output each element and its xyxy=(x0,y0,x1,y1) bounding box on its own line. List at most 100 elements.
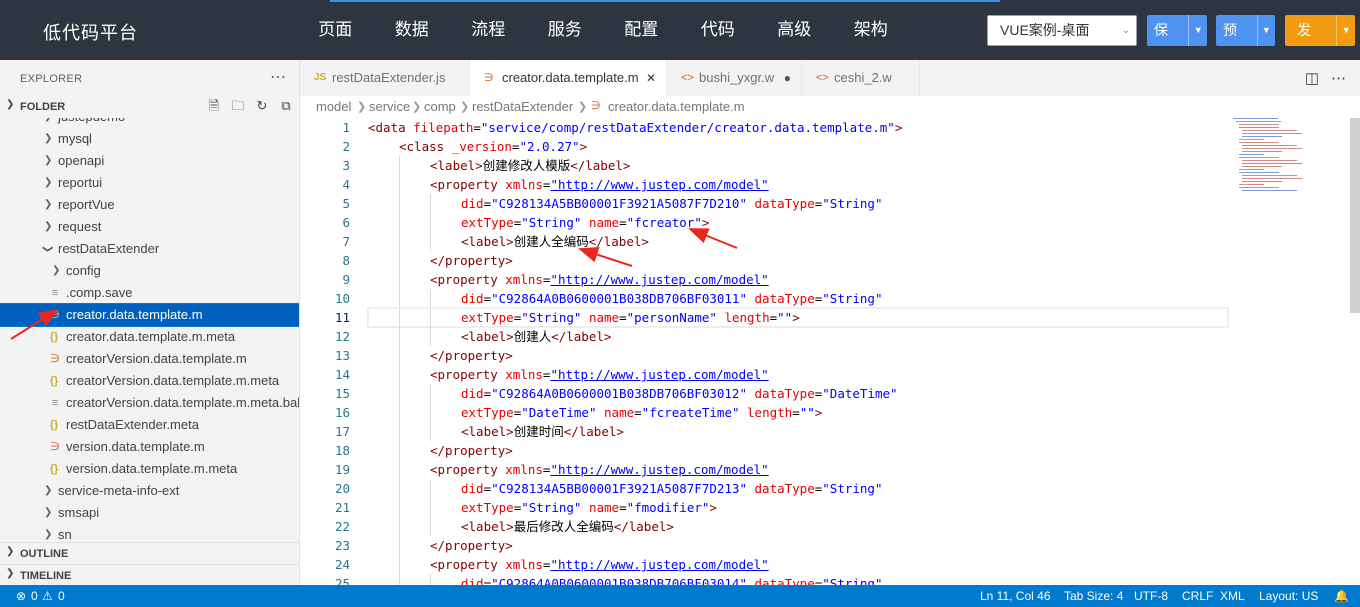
preview-button[interactable]: 预览 xyxy=(1216,15,1257,46)
breadcrumb-restdataextender[interactable]: restDataExtender xyxy=(472,99,573,114)
warning-count[interactable]: 0 xyxy=(58,589,65,603)
cursor-position[interactable]: Ln 11, Col 46 xyxy=(980,589,1051,603)
tree-item-mysql[interactable]: ❯ mysql xyxy=(0,128,299,150)
code-line[interactable]: extType="String" name="fmodifier"> xyxy=(368,498,1228,517)
code-line[interactable]: <property xmlns="http://www.justep.com/m… xyxy=(368,270,1228,289)
tree-item-service-meta-info-ext[interactable]: ❯ service-meta-info-ext xyxy=(0,480,299,502)
refresh-icon[interactable]: ↻ xyxy=(254,98,270,114)
breadcrumb-comp[interactable]: comp xyxy=(424,99,456,114)
code-line[interactable]: <property xmlns="http://www.justep.com/m… xyxy=(368,460,1228,479)
code-editor[interactable]: 1 2 3 4 5 6 7 8 9 10 11 12 13 14 15 16 1… xyxy=(300,118,1360,585)
tree-item-creatorversion-meta[interactable]: {} creatorVersion.data.template.m.meta xyxy=(0,370,299,392)
language-mode[interactable]: XML xyxy=(1220,589,1245,603)
tree-item-request[interactable]: ❯ request xyxy=(0,216,299,238)
minimap-line xyxy=(1242,175,1297,176)
code-line[interactable]: <label>创建修改人模版</label> xyxy=(368,156,1228,175)
tree-item-smsapi[interactable]: ❯ smsapi xyxy=(0,502,299,524)
publish-button[interactable]: 发布 xyxy=(1285,15,1336,46)
split-editor-icon[interactable]: ◫ xyxy=(1305,69,1319,87)
breadcrumb-file[interactable]: creator.data.template.m xyxy=(608,99,745,114)
folder-section-header[interactable]: ❯ FOLDER 🗎 🗀 ↻ ⧉ xyxy=(0,96,299,118)
code-line[interactable]: did="C92864A0B0600001B038DB706BF03012" d… xyxy=(368,384,1228,403)
tree-item-creatorversion-template[interactable]: ∋ creatorVersion.data.template.m xyxy=(0,348,299,370)
tree-item-comp-save[interactable]: ≡ .comp.save xyxy=(0,282,299,304)
tab-restdataextender-js[interactable]: JS restDataExtender.js xyxy=(300,60,470,96)
publish-dropdown-caret-icon[interactable]: ▼ xyxy=(1336,15,1355,46)
error-icon[interactable]: ⊗ xyxy=(16,589,26,603)
notifications-bell-icon[interactable]: 🔔 xyxy=(1334,589,1349,603)
tree-item-creatorversion-meta-bak[interactable]: ≡ creatorVersion.data.template.m.meta.ba… xyxy=(0,392,299,414)
code-line[interactable]: extType="DateTime" name="fcreateTime" le… xyxy=(368,403,1228,422)
code-line[interactable]: <property xmlns="http://www.justep.com/m… xyxy=(368,555,1228,574)
more-actions-icon[interactable]: ⋯ xyxy=(1331,69,1346,87)
more-actions-icon[interactable]: ⋯ xyxy=(270,67,286,87)
tree-item-restdataextender-meta[interactable]: {} restDataExtender.meta xyxy=(0,414,299,436)
keyboard-layout[interactable]: Layout: US xyxy=(1259,589,1318,603)
tree-item-openapi[interactable]: ❯ openapi xyxy=(0,150,299,172)
code-line[interactable]: </property> xyxy=(368,441,1228,460)
tab-ceshi-2[interactable]: <> ceshi_2.w xyxy=(802,60,920,96)
new-file-icon[interactable]: 🗎 xyxy=(206,98,222,114)
tree-item-config[interactable]: ❯ config xyxy=(0,260,299,282)
code-line[interactable]: <label>最后修改人全编码</label> xyxy=(368,517,1228,536)
line-number: 23 xyxy=(334,538,350,553)
outline-section-header[interactable]: ❯ OUTLINE xyxy=(0,542,299,564)
code-line[interactable]: <label>创建人</label> xyxy=(368,327,1228,346)
scrollbar-thumb[interactable] xyxy=(1350,118,1360,313)
tree-item-creator-data-template[interactable]: ∋ creator.data.template.m xyxy=(0,303,299,327)
error-count[interactable]: 0 xyxy=(31,589,38,603)
warning-icon[interactable]: ⚠ xyxy=(42,589,53,603)
save-dropdown-caret-icon[interactable]: ▼ xyxy=(1188,15,1207,46)
top-menu-code[interactable]: 代码 xyxy=(680,0,757,60)
preview-dropdown-caret-icon[interactable]: ▼ xyxy=(1256,15,1275,46)
new-folder-icon[interactable]: 🗀 xyxy=(230,98,246,114)
code-line[interactable]: extType="String" name="fcreator"> xyxy=(368,213,1228,232)
top-menu-config[interactable]: 配置 xyxy=(603,0,680,60)
code-line[interactable]: did="C928134A5BB00001F3921A5087F7D210" d… xyxy=(368,194,1228,213)
timeline-section-header[interactable]: ❯ TIMELINE xyxy=(0,564,299,585)
code-line[interactable]: </property> xyxy=(368,346,1228,365)
breadcrumb-model[interactable]: model xyxy=(316,99,351,114)
chevron-right-icon: ❯ xyxy=(6,546,15,557)
collapse-all-icon[interactable]: ⧉ xyxy=(278,98,294,114)
save-button[interactable]: 保存 xyxy=(1147,15,1188,46)
minimap[interactable] xyxy=(1233,118,1308,193)
line-ending[interactable]: CRLF xyxy=(1182,589,1213,603)
tab-creator-data-template[interactable]: ∋ creator.data.template.m ✕ xyxy=(470,60,667,96)
top-menu-advanced[interactable]: 高级 xyxy=(756,0,833,60)
code-line[interactable]: </property> xyxy=(368,251,1228,270)
code-line[interactable]: <property xmlns="http://www.justep.com/m… xyxy=(368,365,1228,384)
project-select[interactable]: VUE案例-桌面 ⌄ xyxy=(987,15,1137,46)
tree-item-reportui[interactable]: ❯ reportui xyxy=(0,172,299,194)
top-menu-flow[interactable]: 流程 xyxy=(450,0,527,60)
breadcrumb-service[interactable]: service xyxy=(369,99,410,114)
code-line-current[interactable]: extType="String" name="personName" lengt… xyxy=(367,307,1229,328)
tree-item-version-meta[interactable]: {} version.data.template.m.meta xyxy=(0,458,299,480)
code-line[interactable]: <data filepath="service/comp/restDataExt… xyxy=(368,118,1228,137)
code-line[interactable]: </property> xyxy=(368,536,1228,555)
top-menu-data[interactable]: 数据 xyxy=(374,0,451,60)
top-menu-page[interactable]: 页面 xyxy=(297,0,374,60)
top-menu-service[interactable]: 服务 xyxy=(527,0,604,60)
code-line[interactable]: did="C92864A0B0600001B038DB706BF03011" d… xyxy=(368,289,1228,308)
tab-bushi-yxgr[interactable]: <> bushi_yxgr.w ● xyxy=(667,60,802,96)
encoding[interactable]: UTF-8 xyxy=(1134,589,1168,603)
tree-item-restdataextender[interactable]: ❯ restDataExtender xyxy=(0,238,299,260)
tree-item-justepdemo[interactable]: ❯ justepdemo xyxy=(0,118,299,128)
code-line[interactable]: did="C928134A5BB00001F3921A5087F7D213" d… xyxy=(368,479,1228,498)
top-menu-architecture[interactable]: 架构 xyxy=(833,0,910,60)
vertical-scrollbar[interactable] xyxy=(1347,118,1360,585)
indent-guide xyxy=(430,403,431,422)
code-line[interactable]: <class _version="2.0.27"> xyxy=(368,137,1228,156)
unsaved-dot-icon[interactable]: ● xyxy=(784,60,791,96)
tree-item-version-template[interactable]: ∋ version.data.template.m xyxy=(0,436,299,458)
code-line[interactable]: did="C92864A0B0600001B038DB706BF03014" d… xyxy=(368,574,1228,585)
tree-item-creator-meta[interactable]: {} creator.data.template.m.meta xyxy=(0,326,299,348)
code-line[interactable]: <label>创建时间</label> xyxy=(368,422,1228,441)
indent-guide xyxy=(399,460,400,479)
close-icon[interactable]: ✕ xyxy=(646,60,656,96)
code-line[interactable]: <property xmlns="http://www.justep.com/m… xyxy=(368,175,1228,194)
code-line[interactable]: <label>创建人全编码</label> xyxy=(368,232,1228,251)
tree-item-reportvue[interactable]: ❯ reportVue xyxy=(0,194,299,216)
tab-size[interactable]: Tab Size: 4 xyxy=(1064,589,1123,603)
